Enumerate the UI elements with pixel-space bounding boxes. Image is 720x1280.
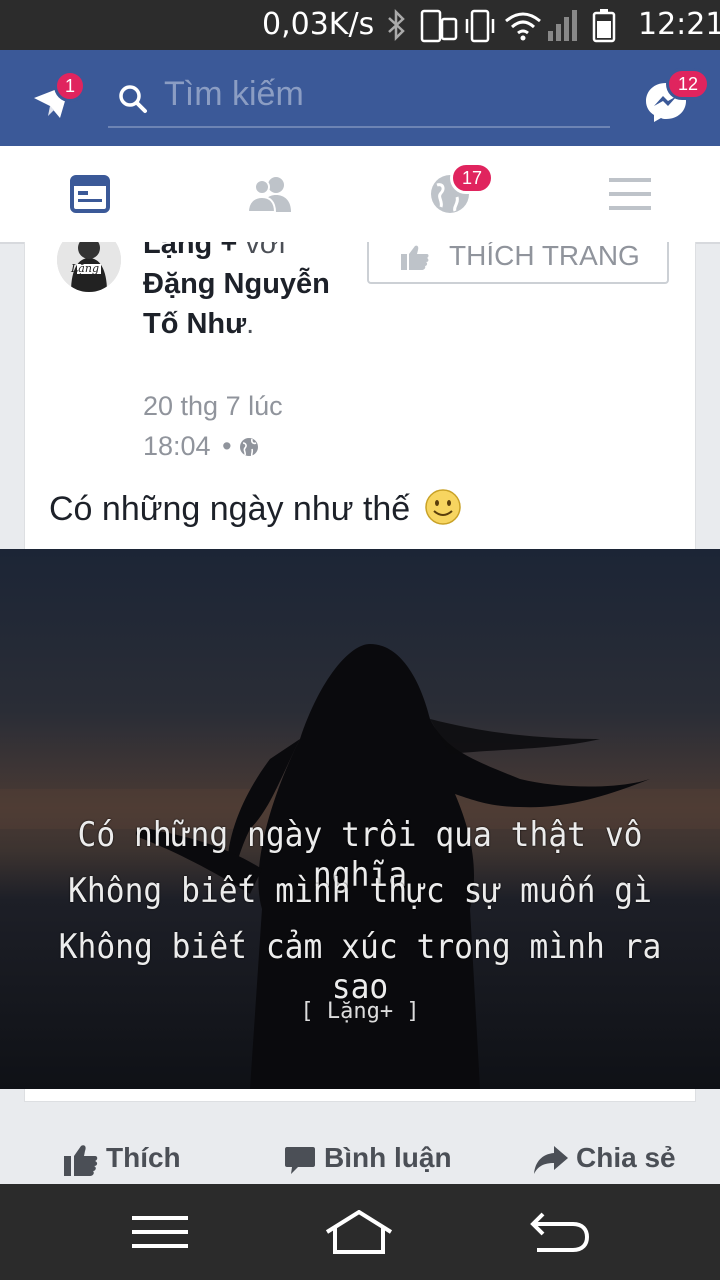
wifi-icon — [505, 12, 541, 41]
like-page-button[interactable]: THÍCH TRANG — [367, 242, 669, 284]
tab-notifications[interactable]: 17 — [360, 146, 540, 242]
notifications-badge: 1 — [54, 70, 86, 102]
news-feed-icon — [70, 175, 110, 213]
thumbs-up-icon — [401, 245, 429, 270]
status-bar: 0,03K/s 12:21 — [0, 0, 720, 50]
image-signature: [ Lặng+ ] — [300, 999, 420, 1024]
tagged-person[interactable]: Đặng Nguyễn Tố Như — [143, 268, 330, 340]
phone-icon — [420, 9, 458, 43]
tab-friends[interactable] — [180, 146, 360, 242]
like-page-label: THÍCH TRANG — [449, 242, 640, 271]
friends-icon — [247, 177, 291, 212]
comment-button[interactable]: Bình luận — [284, 1142, 452, 1175]
messenger-badge: 12 — [666, 68, 710, 100]
signal-icon — [548, 10, 577, 41]
nav-back-button[interactable] — [500, 1184, 620, 1280]
like-button[interactable]: Thích — [64, 1142, 181, 1176]
top-bar: 1 Tìm kiếm 12 — [0, 50, 720, 146]
post-timestamp[interactable]: 20 thg 7 lúc 18:04 • — [143, 386, 333, 466]
post-author-line: Lặng + với Đặng Nguyễn Tố Như. — [143, 242, 333, 344]
clock: 12:21 — [638, 7, 720, 42]
tab-menu[interactable] — [540, 146, 720, 242]
share-button[interactable]: Chia sẻ — [534, 1142, 676, 1174]
bluetooth-icon — [388, 9, 405, 41]
like-icon — [64, 1144, 98, 1176]
with-word: với — [245, 242, 286, 260]
tab-bar: 17 — [0, 146, 720, 244]
vibrate-icon — [465, 9, 495, 43]
search-underline — [108, 126, 610, 128]
back-icon — [530, 1212, 590, 1252]
post-text: Có những ngày như thế — [49, 488, 462, 529]
public-globe-icon — [240, 438, 259, 457]
post-image[interactable]: Có những ngày trôi qua thật vô nghĩa Khô… — [0, 549, 720, 1089]
hamburger-icon — [609, 178, 651, 210]
post-actions: Thích Bình luận Chia sẻ — [0, 1130, 720, 1186]
avatar-text: Lặng — [71, 262, 99, 275]
nav-home-button[interactable] — [299, 1184, 419, 1280]
post-card-bottom — [24, 1089, 696, 1102]
image-quote-line-3: Không biết cảm xúc trong mình ra sao — [58, 927, 662, 1007]
battery-icon — [592, 9, 616, 43]
post-card: Lặng Lặng + với Đặng Nguyễn Tố Như. 20 t… — [24, 242, 696, 550]
smile-emoji-icon — [424, 489, 461, 525]
author-name[interactable]: Lặng + — [143, 242, 237, 260]
tab-news-feed[interactable] — [0, 146, 180, 242]
share-icon — [534, 1145, 568, 1174]
search-icon[interactable] — [118, 84, 148, 114]
android-nav-bar — [0, 1184, 720, 1280]
search-input[interactable]: Tìm kiếm — [164, 75, 304, 114]
author-avatar[interactable]: Lặng — [57, 242, 121, 292]
comment-icon — [285, 1146, 315, 1174]
image-quote-line-2: Không biết mình thực sự muốn gì — [68, 871, 652, 911]
nav-menu-button[interactable] — [100, 1184, 220, 1280]
notifications-count-badge: 17 — [450, 162, 494, 194]
menu-icon — [132, 1216, 188, 1248]
home-icon — [325, 1210, 393, 1254]
network-speed: 0,03K/s — [262, 7, 375, 42]
